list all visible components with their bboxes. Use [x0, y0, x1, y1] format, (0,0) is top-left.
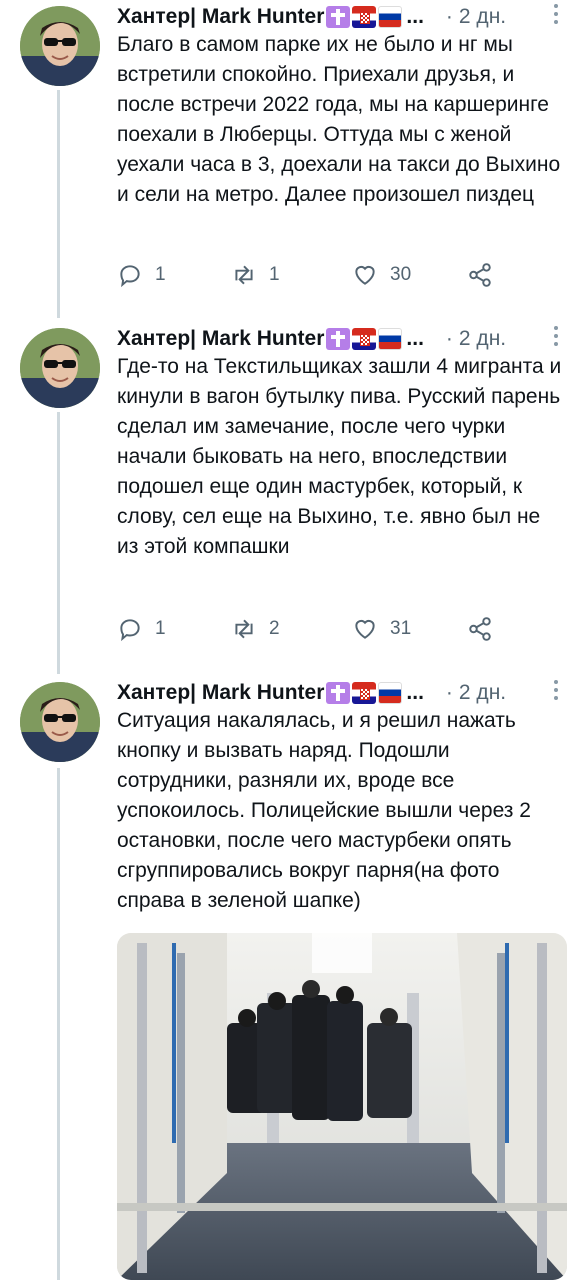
reply-count: 1: [155, 264, 166, 285]
timestamp[interactable]: 2 дн.: [459, 327, 506, 351]
reply-icon: [120, 619, 140, 642]
more-icon[interactable]: [554, 4, 558, 28]
cross-badge: [326, 682, 351, 704]
tweet-text: Благо в самом парке их не было и нг мы в…: [117, 33, 561, 206]
cross-badge: [326, 6, 351, 28]
like-button[interactable]: 30: [352, 262, 411, 288]
retweet-count: 2: [269, 618, 280, 639]
reply-count: 1: [155, 618, 166, 639]
retweet-button[interactable]: 1: [231, 262, 280, 288]
tweet-text: Ситуация накалялась, и я решил нажать кн…: [117, 709, 531, 912]
tweet-header: Хантер| Mark Hunter ... · 2 дн.: [117, 678, 586, 708]
author-name[interactable]: Хантер| Mark Hunter: [117, 327, 324, 351]
russia-flag: [378, 682, 403, 704]
cross-badge: [326, 328, 351, 350]
croatia-flag: [352, 682, 377, 704]
timestamp[interactable]: 2 дн.: [459, 5, 506, 29]
tweet-actions: 1 2 31: [117, 616, 517, 646]
separator-dot: ·: [445, 5, 453, 28]
author-name[interactable]: Хантер| Mark Hunter: [117, 5, 324, 29]
tweet-header: Хантер| Mark Hunter ... · 2 дн.: [117, 324, 586, 354]
tweet[interactable]: Хантер| Mark Hunter ... · 2 дн. Благо в …: [0, 0, 586, 318]
like-count: 30: [390, 264, 412, 285]
more-icon[interactable]: [554, 326, 558, 350]
share-button[interactable]: [467, 262, 505, 288]
russia-flag: [378, 6, 403, 28]
name-ellipsis: ...: [406, 327, 424, 350]
separator-dot: ·: [445, 681, 453, 704]
more-icon[interactable]: [554, 680, 558, 704]
tweet[interactable]: Хантер| Mark Hunter ... · 2 дн. Где-то н…: [0, 322, 586, 672]
like-button[interactable]: 31: [352, 616, 411, 642]
share-icon: [469, 617, 491, 641]
avatar[interactable]: [20, 682, 100, 762]
reply-button[interactable]: 1: [117, 616, 166, 642]
author-name[interactable]: Хантер| Mark Hunter: [117, 681, 324, 705]
share-button[interactable]: [467, 616, 505, 642]
name-ellipsis: ...: [406, 681, 424, 704]
retweet-count: 1: [269, 264, 280, 285]
tweet-actions: 1 1 30: [117, 262, 517, 292]
separator-dot: ·: [445, 327, 453, 350]
share-icon: [469, 263, 491, 287]
reply-icon: [120, 265, 140, 288]
avatar[interactable]: [20, 328, 100, 408]
tweet[interactable]: Хантер| Mark Hunter ... · 2 дн. Ситуация…: [0, 676, 586, 1280]
tweet-text: Где-то на Текстильщиках зашли 4 мигранта…: [117, 355, 562, 558]
like-count: 31: [390, 618, 412, 639]
russia-flag: [378, 328, 403, 350]
croatia-flag: [352, 328, 377, 350]
retweet-icon: [235, 265, 253, 285]
retweet-button[interactable]: 2: [231, 616, 280, 642]
tweet-photo[interactable]: [117, 933, 567, 1280]
croatia-flag: [352, 6, 377, 28]
tweet-header: Хантер| Mark Hunter ... · 2 дн.: [117, 2, 586, 32]
like-icon: [355, 619, 375, 639]
like-icon: [355, 265, 375, 285]
reply-button[interactable]: 1: [117, 262, 166, 288]
name-ellipsis: ...: [406, 5, 424, 28]
timestamp[interactable]: 2 дн.: [459, 681, 506, 705]
avatar[interactable]: [20, 6, 100, 86]
retweet-icon: [235, 619, 253, 639]
